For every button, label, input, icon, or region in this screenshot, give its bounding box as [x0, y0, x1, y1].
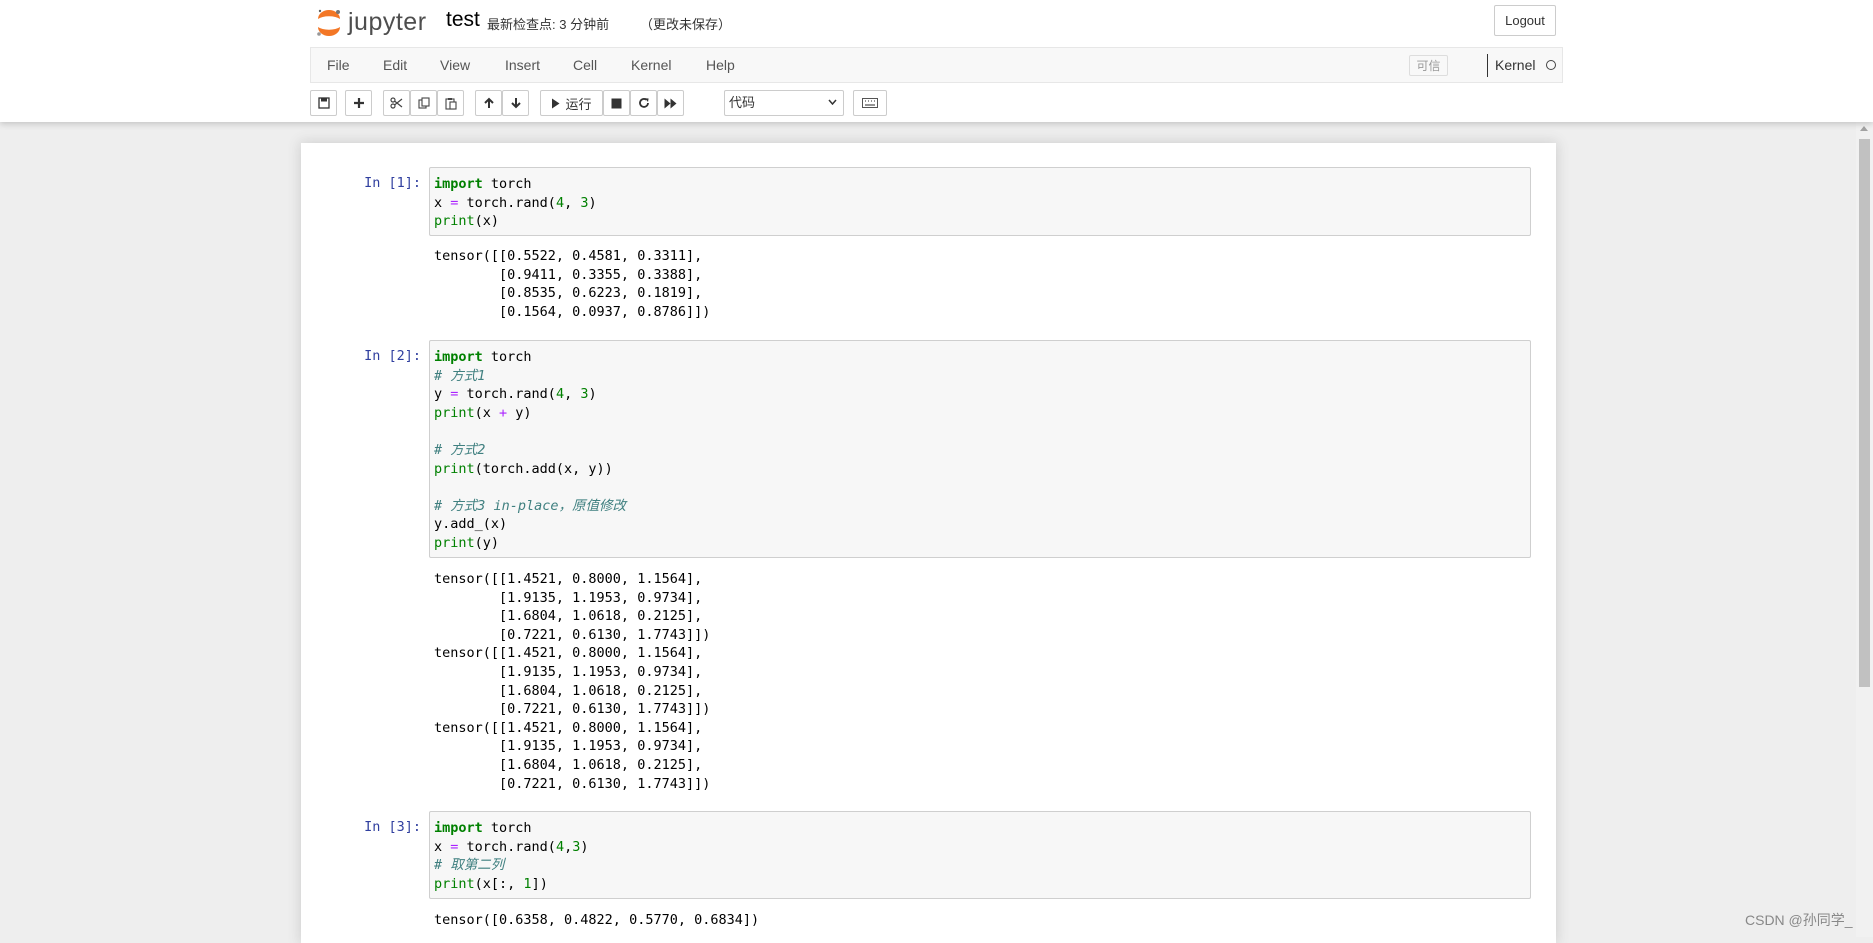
paste-icon: [444, 97, 457, 110]
code-text: import torch x = torch.rand(4, 3) print(…: [434, 175, 1526, 231]
code-input[interactable]: import torch x = torch.rand(4, 3) print(…: [429, 167, 1531, 236]
stop-icon: [611, 98, 622, 108]
toolbar: 运行 代码: [310, 90, 1563, 116]
keyboard-icon: [862, 98, 878, 108]
menu-edit[interactable]: Edit: [383, 48, 407, 82]
interrupt-button[interactable]: [603, 90, 630, 116]
code-line: y = torch.rand(4, 3): [434, 386, 597, 403]
logout-button[interactable]: Logout: [1494, 5, 1556, 36]
menu-cell[interactable]: Cell: [573, 48, 597, 82]
insert-cell-button[interactable]: [345, 90, 372, 116]
kernel-idle-icon: [1546, 60, 1556, 70]
page-scrollbar[interactable]: [1856, 122, 1873, 937]
checkpoint-status: 最新检查点: 3 分钟前: [487, 17, 610, 32]
play-icon: [552, 98, 560, 108]
code-line: import torch: [434, 820, 532, 836]
cell-output: tensor([[1.4521, 0.8000, 1.1564], [1.913…: [434, 571, 711, 792]
trusted-indicator[interactable]: 可信: [1409, 55, 1448, 76]
scroll-up-icon[interactable]: [1860, 126, 1868, 131]
code-line: y.add_(x): [434, 516, 508, 533]
run-label: 运行: [565, 96, 592, 112]
code-input[interactable]: import torch # 方式1 y = torch.rand(4, 3) …: [429, 340, 1531, 558]
arrow-up-icon: [483, 97, 494, 108]
save-icon: [317, 97, 330, 109]
copy-icon: [417, 97, 430, 109]
cell-type-value: 代码: [729, 95, 756, 110]
command-palette-button[interactable]: [853, 90, 887, 116]
save-button[interactable]: [310, 90, 337, 116]
menu-file[interactable]: File: [327, 48, 350, 82]
code-input[interactable]: import torch x = torch.rand(4,3) # 取第二列 …: [429, 811, 1531, 899]
kernel-name[interactable]: Kernel: [1495, 48, 1535, 82]
code-comment: # 方式2: [434, 441, 486, 458]
fast-forward-icon: [664, 98, 677, 108]
menu-help[interactable]: Help: [706, 48, 735, 82]
restart-icon: [638, 98, 649, 108]
notebook-name[interactable]: test: [446, 8, 480, 32]
plus-icon: [353, 98, 364, 108]
code-comment: # 取第二列: [434, 857, 505, 874]
menu-insert[interactable]: Insert: [505, 48, 540, 82]
code-line: print(x): [434, 213, 500, 230]
cut-button[interactable]: [383, 90, 410, 116]
paste-button[interactable]: [437, 90, 464, 116]
cell-output: tensor([[0.5522, 0.4581, 0.3311], [0.941…: [434, 248, 711, 320]
input-prompt: In [3]:: [364, 819, 421, 835]
menu-view[interactable]: View: [440, 48, 470, 82]
scissors-icon: [390, 97, 403, 109]
run-button[interactable]: 运行: [540, 90, 603, 116]
arrow-down-icon: [510, 98, 521, 109]
code-text: import torch # 方式1 y = torch.rand(4, 3) …: [434, 348, 1526, 553]
restart-button[interactable]: [630, 90, 657, 116]
restart-run-all-button[interactable]: [657, 90, 684, 116]
scrollbar-thumb[interactable]: [1859, 139, 1870, 687]
code-line: print(x + y): [434, 404, 532, 421]
jupyter-logo[interactable]: jupyter: [314, 6, 427, 38]
code-line: print(y): [434, 534, 500, 551]
menu-kernel[interactable]: Kernel: [631, 48, 671, 82]
chevron-down-icon: [828, 99, 837, 105]
code-line: import torch: [434, 176, 532, 192]
kernel-divider: [1487, 54, 1488, 77]
move-up-button[interactable]: [475, 90, 502, 116]
code-line: import torch: [434, 349, 532, 365]
code-comment: # 方式1: [434, 367, 486, 384]
cell-output: tensor([0.6358, 0.4822, 0.5770, 0.6834]): [434, 912, 760, 928]
notebook-header: jupyter test 最新检查点: 3 分钟前 （更改未保存） Logout…: [0, 0, 1873, 122]
code-text: import torch x = torch.rand(4,3) # 取第二列 …: [434, 819, 1526, 893]
notebook-container: In [1]: import torch x = torch.rand(4, 3…: [301, 143, 1556, 943]
code-line: x = torch.rand(4,3): [434, 838, 589, 855]
input-prompt: In [2]:: [364, 348, 421, 364]
code-line: print(x[:, 1]): [434, 875, 548, 892]
watermark: CSDN @孙同学_: [1745, 912, 1853, 928]
jupyter-logo-icon: [317, 9, 340, 36]
code-line: x = torch.rand(4, 3): [434, 194, 597, 211]
code-comment: # 方式3 in-place，原值修改: [434, 497, 627, 514]
logo-text: jupyter: [348, 7, 427, 36]
move-down-button[interactable]: [502, 90, 529, 116]
cell-type-select[interactable]: 代码: [724, 90, 844, 116]
code-line: print(torch.add(x, y)): [434, 460, 613, 477]
copy-button[interactable]: [410, 90, 437, 116]
input-prompt: In [1]:: [364, 175, 421, 191]
menubar: File Edit View Insert Cell Kernel Help 可…: [310, 47, 1563, 83]
autosave-status: （更改未保存）: [640, 17, 732, 32]
